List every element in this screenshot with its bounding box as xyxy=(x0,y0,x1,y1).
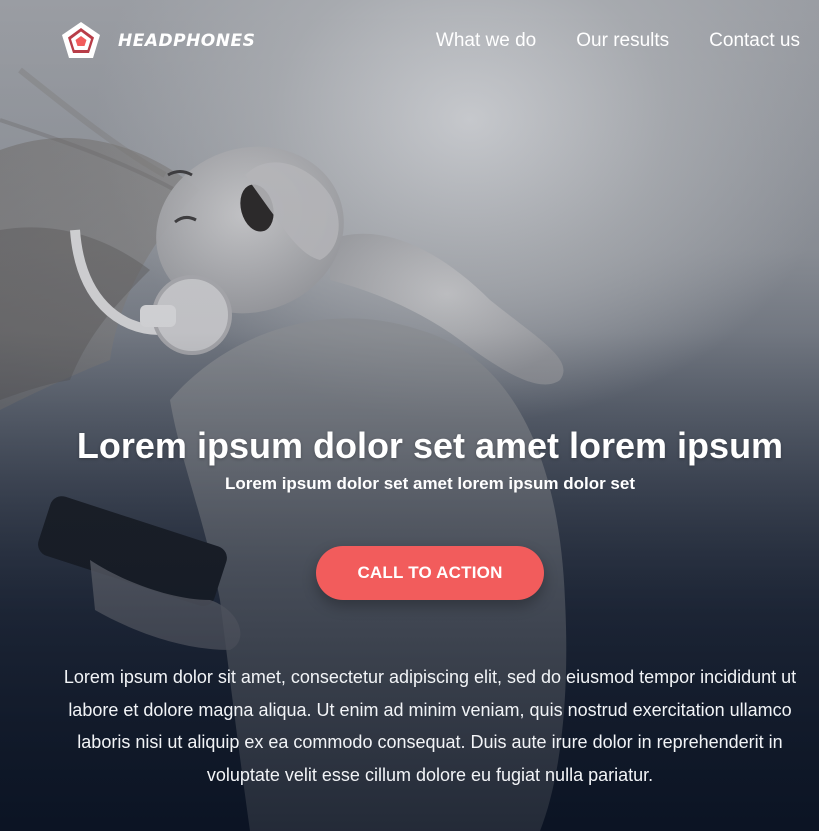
logo[interactable]: HEADPHONES xyxy=(60,20,255,62)
call-to-action-button[interactable]: CALL TO ACTION xyxy=(316,546,544,600)
hero-subheadline: Lorem ipsum dolor set amet lorem ipsum d… xyxy=(225,474,635,493)
pentagon-logo-icon xyxy=(62,22,100,58)
nav-link-our-results[interactable]: Our results xyxy=(576,30,669,52)
site-header: HEADPHONES What we do Our results Contac… xyxy=(0,0,819,86)
hero-body-text: Lorem ipsum dolor sit amet, consectetur … xyxy=(63,667,797,785)
hero-section: HEADPHONES What we do Our results Contac… xyxy=(0,0,819,831)
nav-link-contact-us[interactable]: Contact us xyxy=(709,30,800,52)
hero-headline: Lorem ipsum dolor set amet lorem ipsum xyxy=(76,425,784,466)
nav-link-what-we-do[interactable]: What we do xyxy=(436,30,536,52)
brand-name: HEADPHONES xyxy=(118,31,256,51)
main-nav: What we do Our results Contact us xyxy=(436,30,800,52)
